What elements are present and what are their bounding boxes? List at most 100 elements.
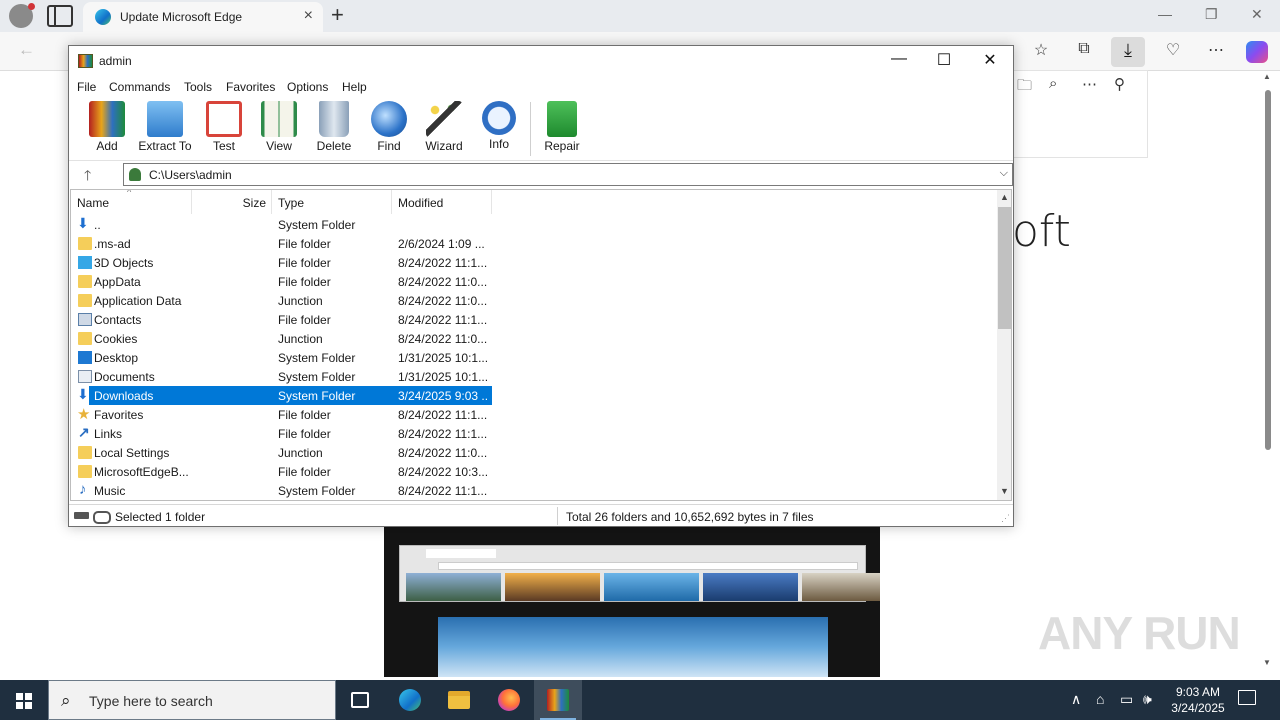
promo-thumb (802, 573, 880, 601)
taskbar-file-explorer[interactable] (435, 680, 483, 720)
clock-date: 3/24/2025 (1171, 701, 1225, 715)
delete-button[interactable]: Delete (304, 101, 364, 153)
page-scroll-thumb[interactable] (1265, 90, 1271, 450)
menu-commands[interactable]: Commands (109, 80, 170, 94)
menu-tools[interactable]: Tools (184, 80, 212, 94)
downloads-icon[interactable]: ⤓ (1111, 37, 1145, 67)
tab-close-icon[interactable]: × (304, 7, 313, 25)
taskbar-search-box[interactable]: ⌕ Type here to search (48, 680, 336, 720)
winrar-app-icon (78, 54, 93, 68)
task-view-button[interactable] (336, 680, 384, 720)
show-hidden-icons-icon[interactable]: ∧ (1071, 691, 1081, 708)
table-row[interactable]: Contacts File folder 8/24/2022 11:1... (71, 310, 996, 329)
page-scrollbar[interactable]: ▲ ▼ (1262, 70, 1274, 676)
minimize-icon[interactable]: — (884, 50, 914, 68)
winrar-titlebar[interactable]: admin — ☐ ✕ (69, 46, 1013, 76)
file-list-scrollbar[interactable]: ▲ ▼ (997, 190, 1011, 500)
wizard-button[interactable]: Wizard (414, 101, 474, 153)
edge-icon (399, 689, 421, 711)
scroll-down-icon[interactable]: ▼ (1000, 486, 1009, 496)
page-more-icon[interactable]: ⋯ (1082, 75, 1097, 93)
table-row[interactable]: Cookies Junction 8/24/2022 11:0... (71, 329, 996, 348)
taskbar-firefox[interactable] (485, 680, 533, 720)
page-search-icon[interactable]: ⌕ (1049, 75, 1057, 92)
table-row[interactable]: Desktop System Folder 1/31/2025 10:1... (71, 348, 996, 367)
cell-name: Local Settings (94, 446, 170, 460)
extract-to-button[interactable]: Extract To (135, 101, 195, 153)
table-row[interactable]: 3D Objects File folder 8/24/2022 11:1... (71, 253, 996, 272)
new-tab-icon[interactable]: + (331, 2, 344, 28)
table-row[interactable]: Downloads System Folder 3/24/2025 9:03 ... (71, 386, 996, 405)
chevron-down-icon[interactable]: ⌵ (1000, 167, 1008, 180)
menu-help[interactable]: Help (342, 80, 367, 94)
extract-to-label: Extract To (138, 139, 192, 153)
up-arrow-icon[interactable]: 🡑 (84, 165, 91, 189)
page-folder-icon[interactable]: 🗀 (1017, 75, 1032, 100)
close-icon[interactable]: ✕ (975, 50, 1005, 70)
info-button[interactable]: Info (469, 101, 529, 151)
edge-tab-update[interactable]: Update Microsoft Edge × (83, 2, 323, 32)
table-row[interactable]: Favorites File folder 8/24/2022 11:1... (71, 405, 996, 424)
table-row[interactable]: Links File folder 8/24/2022 11:1... (71, 424, 996, 443)
view-label: View (266, 139, 292, 153)
scroll-up-icon[interactable]: ▲ (1000, 192, 1009, 202)
table-row[interactable]: AppData File folder 8/24/2022 11:0... (71, 272, 996, 291)
column-size[interactable]: Size (192, 190, 272, 214)
cell-type: File folder (278, 408, 331, 422)
column-type[interactable]: Type (272, 190, 392, 214)
tab-actions-icon[interactable] (47, 5, 73, 27)
page-scroll-up-icon[interactable]: ▲ (1263, 72, 1271, 81)
volume-icon[interactable]: 🕪 (1143, 691, 1152, 708)
table-row[interactable]: .. System Folder (71, 215, 996, 234)
promo-thumb (604, 573, 699, 601)
maximize-icon[interactable]: ☐ (929, 50, 959, 70)
copilot-icon[interactable] (1246, 41, 1268, 63)
device-icon[interactable]: ⌂ (1096, 691, 1104, 707)
table-row[interactable]: Music System Folder 8/24/2022 11:1... (71, 481, 996, 500)
task-view-icon (351, 692, 369, 708)
network-icon[interactable]: ▭ (1120, 691, 1133, 708)
cell-name: Desktop (94, 351, 139, 365)
tab-title: Update Microsoft Edge (120, 10, 243, 24)
find-button[interactable]: Find (359, 101, 419, 153)
browser-essentials-icon[interactable]: ♡ (1162, 40, 1184, 60)
taskbar-winrar[interactable] (534, 680, 582, 720)
cell-modified: 2/6/2024 1:09 ... (398, 237, 485, 251)
edge-restore-icon[interactable]: ❐ (1205, 6, 1218, 23)
edge-close-icon[interactable]: ✕ (1251, 6, 1263, 23)
drive-key-icon[interactable] (74, 511, 111, 524)
profile-avatar-icon[interactable] (9, 3, 35, 28)
menu-options[interactable]: Options (287, 80, 328, 94)
menu-file[interactable]: File (77, 80, 96, 94)
start-button[interactable] (0, 680, 48, 720)
more-options-icon[interactable]: ⋯ (1205, 40, 1227, 60)
table-row[interactable]: .ms-ad File folder 2/6/2024 1:09 ... (71, 234, 996, 253)
repair-button[interactable]: Repair (532, 101, 592, 153)
test-button[interactable]: Test (194, 101, 254, 153)
favorites-star-icon[interactable]: ☆ (1030, 40, 1052, 60)
address-combobox[interactable]: C:\Users\admin ⌵ (123, 163, 1013, 186)
edge-minimize-icon[interactable]: — (1158, 6, 1172, 22)
column-name[interactable]: Name (71, 190, 192, 214)
updir-icon (77, 215, 92, 232)
file-list[interactable]: ^ Name Size Type Modified .. System Folde… (70, 189, 1012, 501)
table-row[interactable]: Local Settings Junction 8/24/2022 11:0... (71, 443, 996, 462)
view-button[interactable]: View (249, 101, 309, 153)
page-scroll-down-icon[interactable]: ▼ (1263, 658, 1271, 667)
table-row[interactable]: Application Data Junction 8/24/2022 11:0..… (71, 291, 996, 310)
table-row[interactable]: Documents System Folder 1/31/2025 10:1... (71, 367, 996, 386)
collections-icon[interactable]: ⧉ (1073, 40, 1095, 58)
cell-name: MicrosoftEdgeB... (94, 465, 189, 479)
add-button[interactable]: Add (77, 101, 137, 153)
notification-icon[interactable] (1238, 690, 1256, 705)
column-modified[interactable]: Modified (392, 190, 492, 214)
taskbar-edge[interactable] (386, 680, 434, 720)
table-row[interactable]: MicrosoftEdgeB... File folder 8/24/2022 10… (71, 462, 996, 481)
system-clock[interactable]: 9:03 AM 3/24/2025 (1162, 684, 1234, 716)
music-icon (78, 481, 92, 498)
back-arrow-icon[interactable]: ← (18, 40, 35, 60)
page-pin-icon[interactable]: ⚲ (1114, 75, 1125, 93)
scroll-thumb[interactable] (998, 207, 1011, 329)
resize-grip-icon[interactable]: ⋰ (1001, 513, 1010, 524)
menu-favorites[interactable]: Favorites (226, 80, 275, 94)
